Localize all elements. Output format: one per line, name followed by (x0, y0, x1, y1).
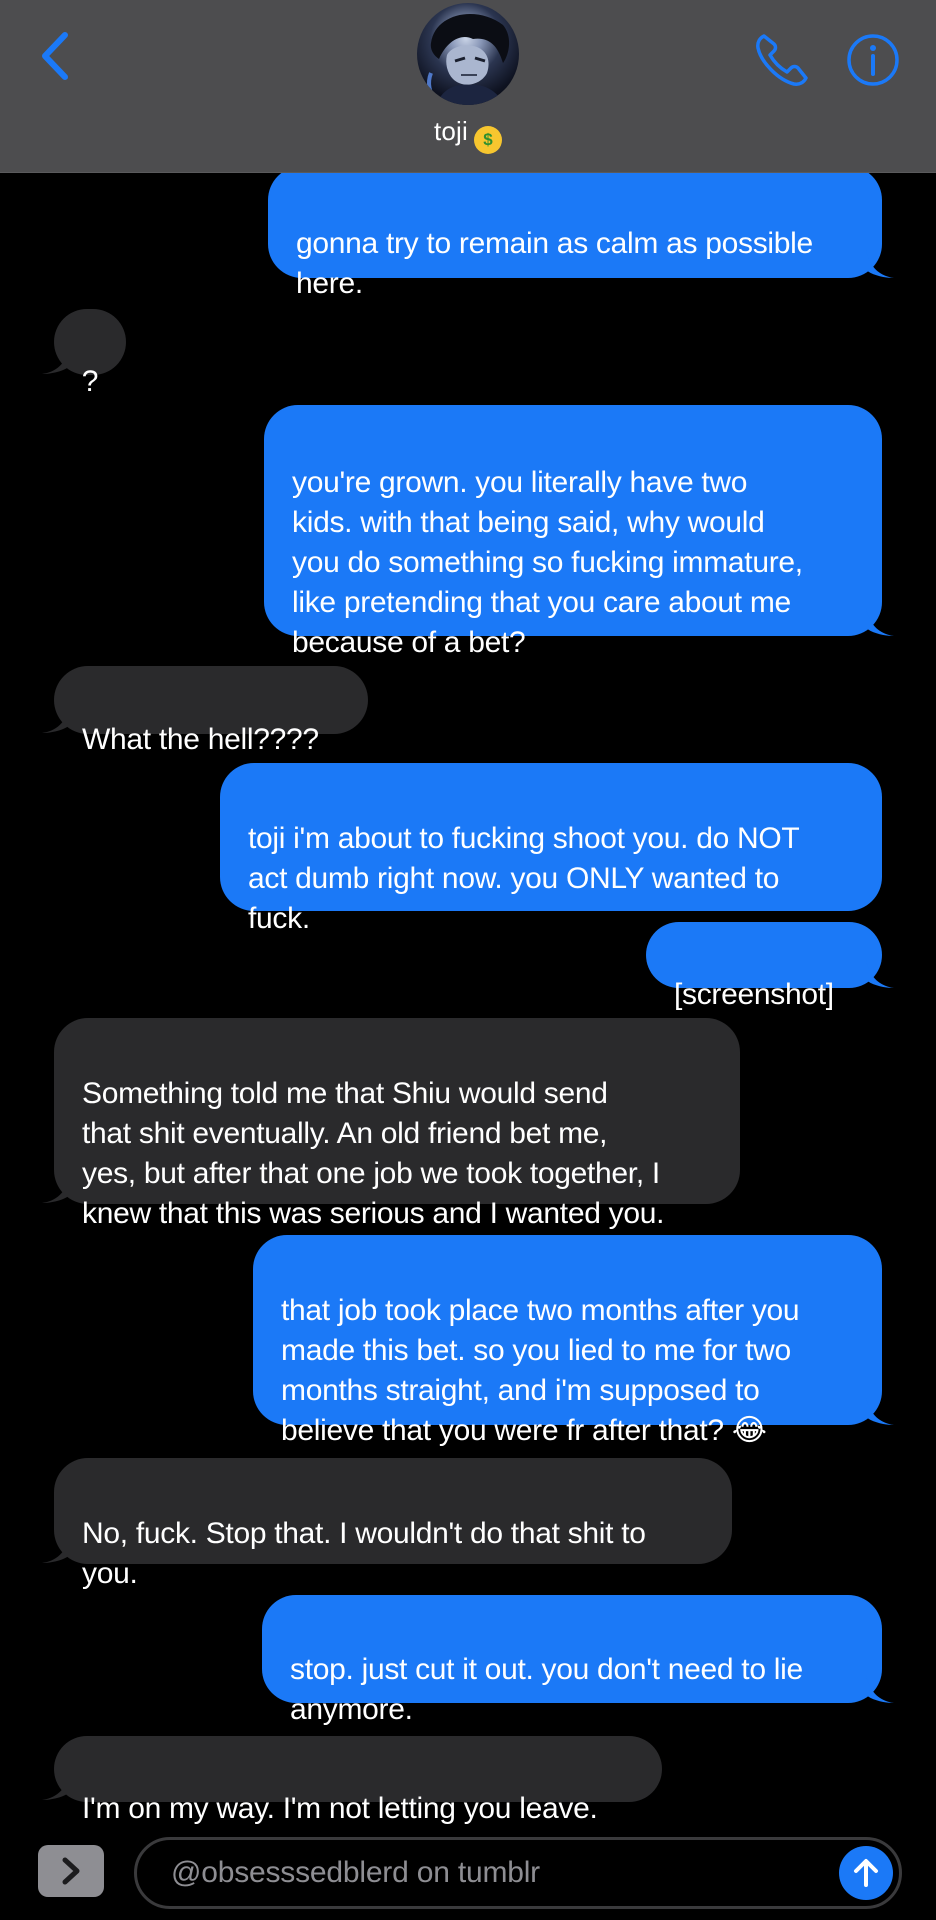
avatar-image (427, 13, 510, 105)
money-mouth-face-icon: $ (474, 126, 503, 154)
message-text: stop. just cut it out. you don't need to… (290, 1653, 803, 1726)
send-button[interactable] (839, 1846, 893, 1900)
bubble-tail (866, 608, 894, 636)
chevron-left-icon (42, 32, 68, 80)
back-button[interactable] (26, 26, 82, 86)
phone-icon (756, 34, 808, 86)
bubble-tail (42, 1535, 70, 1563)
sent-message-bubble[interactable]: that job took place two months after you… (253, 1235, 882, 1447)
sent-message-bubble[interactable]: stop. just cut it out. you don't need to… (262, 1595, 882, 1726)
contact-name[interactable]: toji $ (0, 116, 936, 154)
message-text: No, fuck. Stop that. I wouldn't do that … (82, 1517, 646, 1590)
message-text: that job took place two months after you… (281, 1294, 800, 1447)
bubble-tail (866, 250, 894, 278)
received-message-bubble[interactable]: What the hell???? (54, 666, 368, 756)
conversation-header: toji $ (0, 0, 936, 173)
message-text: Something told me that Shiu would send t… (82, 1077, 665, 1230)
bubble-tail (866, 960, 894, 988)
chevron-right-icon (62, 1857, 80, 1885)
received-message-bubble[interactable]: I'm on my way. I'm not letting you leave… (54, 1736, 662, 1825)
sent-message-bubble[interactable]: [screenshot] (646, 922, 882, 1011)
received-message-bubble[interactable]: Something told me that Shiu would send t… (54, 1018, 740, 1230)
message-text: gonna try to remain as calm as possible … (296, 227, 813, 300)
message-input-text[interactable]: @obsesssedblerd on tumblr (171, 1840, 540, 1906)
bubble-tail (866, 1397, 894, 1425)
message-input[interactable]: @obsesssedblerd on tumblr (134, 1837, 902, 1909)
message-text: you're grown. you literally have two kid… (292, 466, 803, 659)
contact-name-text: toji (433, 116, 469, 146)
call-button[interactable] (752, 30, 812, 90)
message-text: ? (81, 365, 99, 398)
message-text: toji i'm about to fucking shoot you. do … (248, 822, 800, 935)
info-icon (847, 34, 899, 86)
info-button[interactable] (845, 32, 901, 88)
sent-message-bubble[interactable]: you're grown. you literally have two kid… (264, 405, 882, 659)
bubble-tail (42, 1772, 70, 1800)
bubble-tail (42, 705, 70, 733)
bubble-tail (866, 1675, 894, 1703)
received-message-bubble[interactable]: No, fuck. Stop that. I wouldn't do that … (54, 1458, 732, 1590)
message-thread: gonna try to remain as calm as possible … (0, 0, 936, 1825)
sent-message-bubble[interactable]: gonna try to remain as calm as possible … (268, 166, 882, 300)
message-text: I'm on my way. I'm not letting you leave… (82, 1792, 598, 1825)
apps-drawer-button[interactable] (38, 1845, 104, 1897)
bubble-tail (42, 1175, 70, 1203)
bubble-tail (42, 346, 70, 374)
message-text: [screenshot] (674, 978, 834, 1011)
message-text: What the hell???? (82, 723, 319, 756)
contact-avatar[interactable] (417, 3, 519, 105)
sent-message-bubble[interactable]: toji i'm about to fucking shoot you. do … (220, 763, 882, 935)
arrow-up-icon (854, 1859, 878, 1887)
